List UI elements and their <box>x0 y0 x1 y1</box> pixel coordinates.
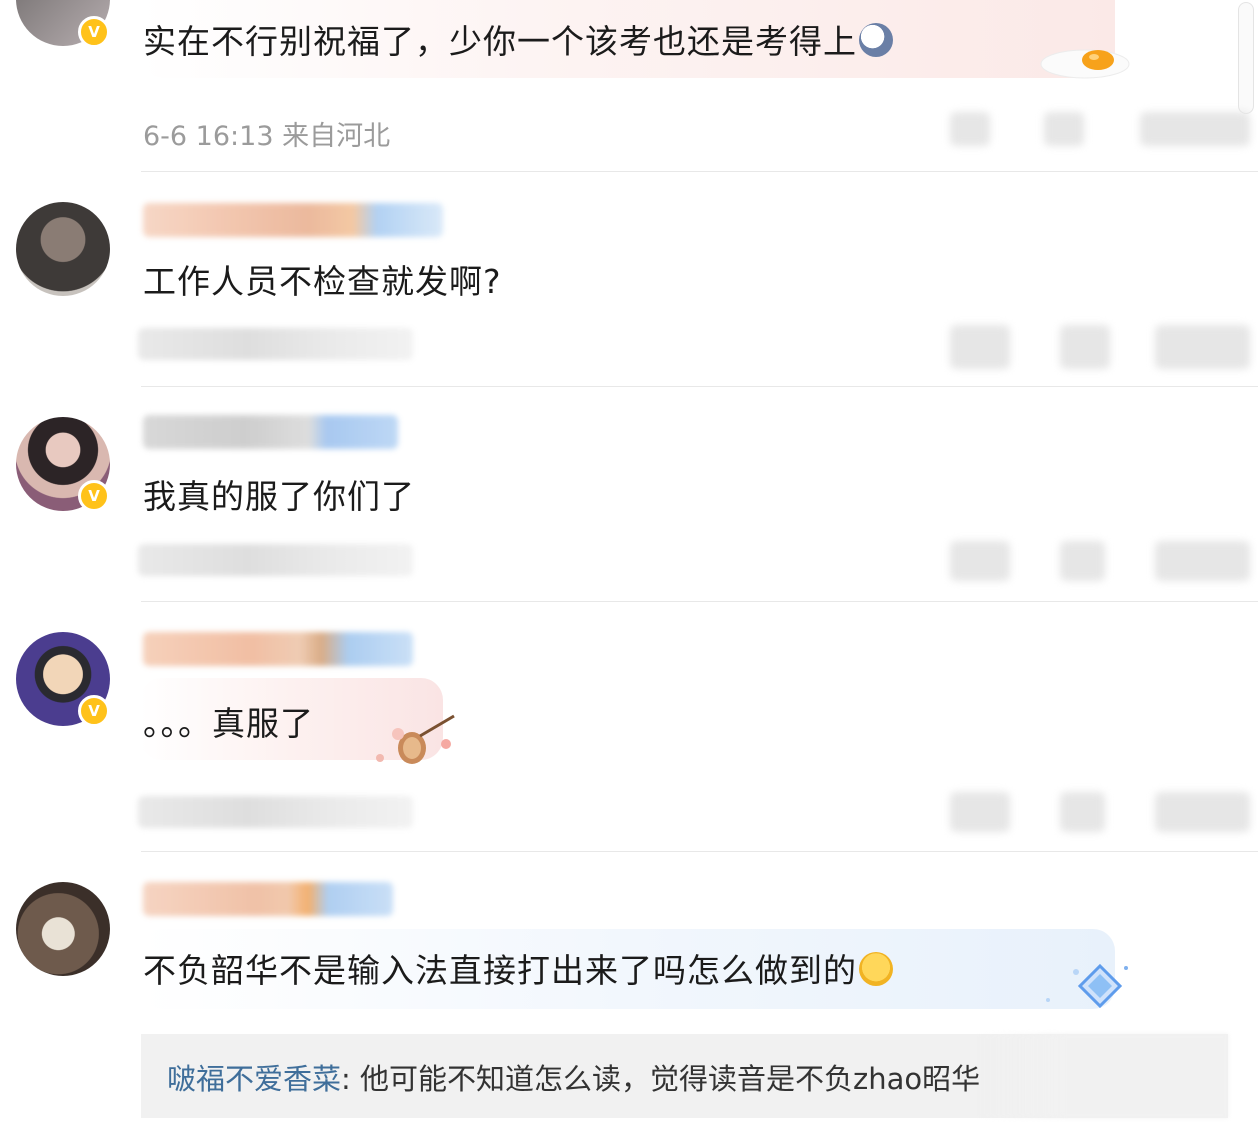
laugh-cry-emoji-icon <box>859 952 893 986</box>
blur-overlay <box>978 1034 1228 1118</box>
pipa-flower-decoration <box>368 714 460 770</box>
repost-action[interactable] <box>1060 792 1105 832</box>
reply-action[interactable] <box>950 792 1010 832</box>
username[interactable] <box>143 632 413 666</box>
username[interactable] <box>143 882 393 916</box>
divider <box>141 386 1258 387</box>
sub-reply-author[interactable]: 啵福不爱香菜 <box>167 1062 341 1096</box>
reply-action[interactable] <box>950 325 1010 369</box>
comment-meta <box>138 796 413 828</box>
verified-badge-icon: V <box>78 480 110 512</box>
comment-item: V 实在不行别祝福了，少你一个该考也还是考得上 6-6 16:13 来自河北 <box>0 0 1258 172</box>
repost-action[interactable] <box>1060 541 1105 581</box>
comment-text: 不负韶华不是输入法直接打出来了吗怎么做到的 <box>143 944 893 992</box>
comment-text: 工作人员不检查就发啊? <box>143 262 502 301</box>
comment-text: 实在不行别祝福了，少你一个该考也还是考得上 <box>143 15 893 63</box>
diamond-decoration <box>1040 962 1134 1010</box>
sub-reply-separator: : <box>341 1062 361 1096</box>
verified-badge-icon: V <box>78 695 110 727</box>
divider <box>141 171 1258 172</box>
sub-reply-text: 他可能不知道怎么读，觉得读音是不负zhao昭华 <box>360 1062 981 1096</box>
like-action[interactable] <box>1140 112 1250 146</box>
verified-badge-icon: V <box>78 16 110 48</box>
like-action[interactable] <box>1155 541 1250 581</box>
avatar[interactable] <box>16 882 110 976</box>
avatar[interactable] <box>16 202 110 296</box>
username[interactable] <box>143 415 398 449</box>
comment-text: 。。。真服了 <box>143 704 314 743</box>
fried-egg-decoration <box>1030 42 1130 82</box>
username[interactable] <box>143 203 443 237</box>
sub-reply: 啵福不爱香菜: 他可能不知道怎么读，觉得读音是不负zhao昭华 <box>167 1056 980 1098</box>
like-action[interactable] <box>1155 325 1250 369</box>
reply-action[interactable] <box>950 541 1010 581</box>
reply-action[interactable] <box>950 112 990 146</box>
panda-emoji-icon <box>859 23 893 57</box>
divider <box>141 601 1258 602</box>
comment-text: 我真的服了你们了 <box>143 477 415 516</box>
repost-action[interactable] <box>1060 325 1110 369</box>
comment-meta <box>138 328 413 360</box>
comment-meta <box>138 544 413 576</box>
like-action[interactable] <box>1155 792 1250 832</box>
sub-reply-box[interactable]: 啵福不爱香菜: 他可能不知道怎么读，觉得读音是不负zhao昭华 <box>141 1034 1228 1118</box>
comment-meta: 6-6 16:13 来自河北 <box>143 121 391 152</box>
divider <box>141 851 1258 852</box>
repost-action[interactable] <box>1044 112 1084 146</box>
